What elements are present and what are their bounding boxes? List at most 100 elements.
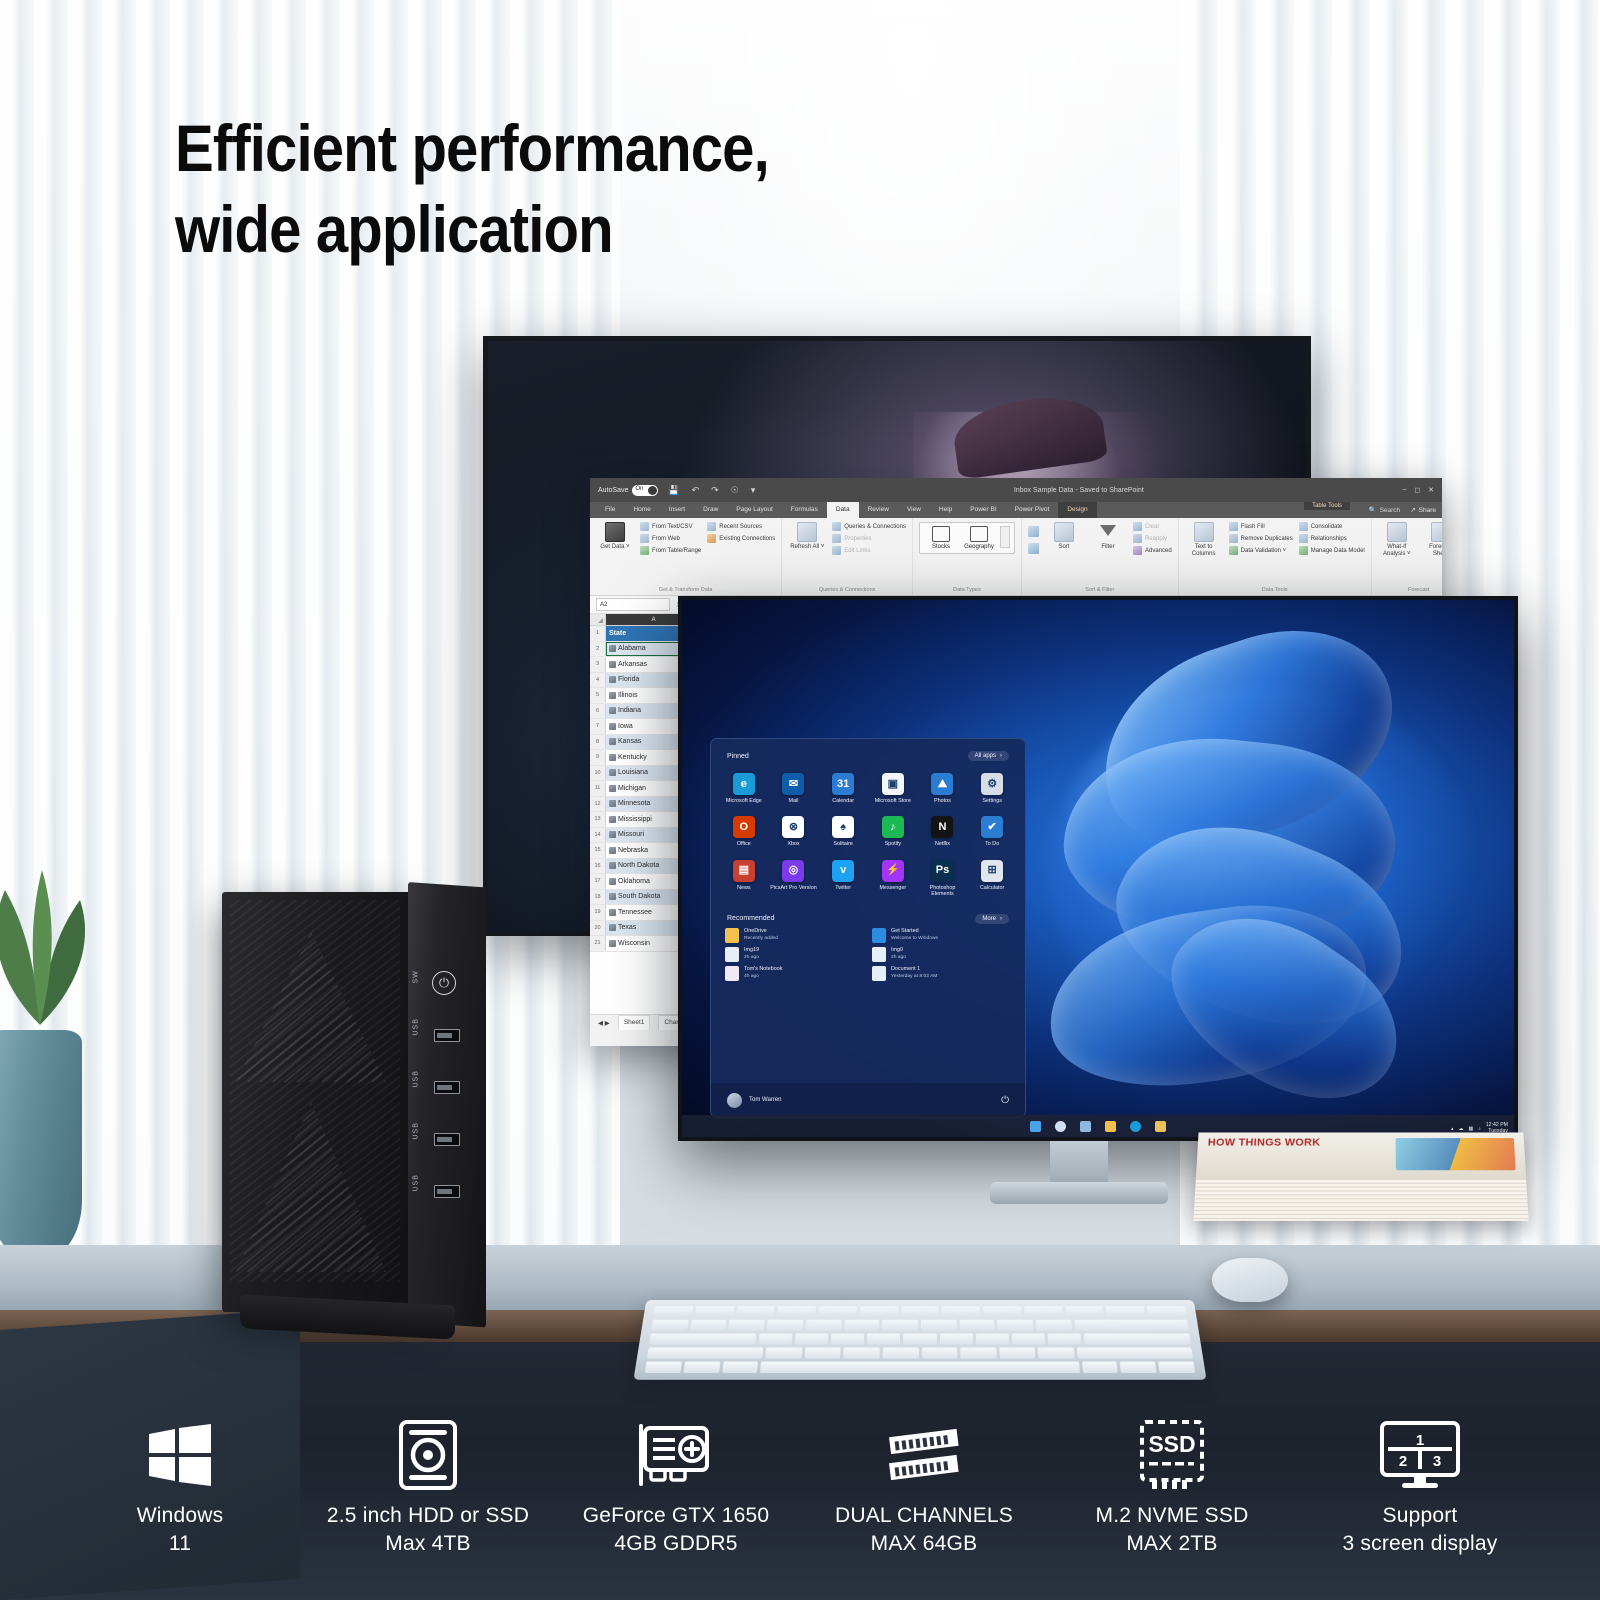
text-to-columns-button[interactable]: Text to Columns — [1185, 522, 1223, 558]
tab-design[interactable]: Design — [1058, 502, 1097, 518]
remove-duplicates-button[interactable]: Remove Duplicates — [1228, 534, 1293, 543]
file-explorer-icon[interactable] — [1105, 1120, 1116, 1132]
pinned-app[interactable]: ▣ Microsoft Store — [868, 769, 918, 808]
cloud-icon[interactable]: ☁ — [1459, 1126, 1464, 1132]
row-header[interactable]: 17 — [590, 874, 606, 889]
close-icon[interactable]: ✕ — [1428, 486, 1434, 494]
queries-connections-button[interactable]: Queries & Connections — [832, 522, 906, 531]
tab-review[interactable]: Review — [859, 502, 898, 518]
reapply-button[interactable]: Reapply — [1132, 534, 1172, 543]
excel-ribbon[interactable]: Get Data ˅ From Text/CSV From Web From T… — [590, 518, 1442, 596]
row-header[interactable]: 12 — [590, 796, 606, 811]
row-header[interactable]: 16 — [590, 858, 606, 873]
existing-connections-button[interactable]: Existing Connections — [707, 534, 775, 543]
quick-sort-buttons[interactable] — [1027, 522, 1039, 554]
row-header[interactable]: 2 — [590, 641, 606, 656]
edge-icon[interactable] — [1130, 1120, 1141, 1132]
stocks-button[interactable]: Stocks — [924, 526, 958, 550]
row-header[interactable]: 1 — [590, 626, 606, 641]
row-header[interactable]: 5 — [590, 688, 606, 703]
advanced-filter-button[interactable]: Advanced — [1132, 546, 1172, 555]
more-button[interactable]: More › — [975, 913, 1009, 924]
usb-port-3[interactable]: USB — [413, 1122, 476, 1152]
row-header[interactable]: 4 — [590, 672, 606, 687]
recommended-item[interactable]: Img19 2h ago — [725, 946, 864, 962]
pinned-app[interactable]: ⊗ Xbox — [769, 812, 819, 851]
pinned-app[interactable]: N Netflix — [918, 812, 968, 851]
usb-port-2[interactable]: USB — [413, 1070, 476, 1100]
tab-power-bi[interactable]: Power BI — [961, 502, 1005, 518]
from-table-range-button[interactable]: From Table/Range — [640, 546, 701, 555]
power-button[interactable]: SW ⏻ — [413, 970, 476, 996]
all-apps-button[interactable]: All apps › — [967, 751, 1009, 761]
pinned-apps-grid[interactable]: e Microsoft Edge ✉ Mail 31 Calendar ▣ Microsoft… — [711, 765, 1025, 908]
mouse[interactable] — [1212, 1258, 1288, 1302]
pinned-app[interactable]: ◎ PicsArt Pro Version — [769, 856, 819, 902]
tab-formulas[interactable]: Formulas — [782, 502, 827, 518]
recent-sources-button[interactable]: Recent Sources — [707, 522, 775, 531]
share-button[interactable]: ↗ Share — [1410, 506, 1436, 515]
redo-icon[interactable]: ↷ — [711, 485, 719, 496]
pinned-app[interactable]: O Office — [719, 812, 769, 851]
start-menu-footer[interactable]: Tom Warren ⏻ — [711, 1083, 1025, 1117]
row-header[interactable]: 11 — [590, 781, 606, 796]
pinned-app[interactable]: ✉ Mail — [769, 769, 819, 808]
undo-icon[interactable]: ↶ — [692, 485, 700, 496]
maximize-icon[interactable]: ◻ — [1414, 486, 1420, 494]
row-header[interactable]: 14 — [590, 827, 606, 842]
properties-button[interactable]: Properties — [832, 534, 906, 543]
start-icon[interactable] — [1030, 1120, 1041, 1132]
recommended-item[interactable]: OneDrive Recently added — [725, 927, 864, 943]
recommended-item[interactable]: Tom's Notebook 4h ago — [725, 965, 864, 981]
from-web-button[interactable]: From Web — [640, 534, 701, 543]
tab-file[interactable]: File — [596, 502, 624, 518]
volume-icon[interactable]: ♪ — [1478, 1126, 1481, 1132]
clear-filter-button[interactable]: Clear — [1132, 522, 1172, 531]
recommended-item[interactable]: Document 1 Yesterday at 8:03 AM — [872, 965, 1011, 981]
data-validation-button[interactable]: Data Validation ˅ — [1228, 546, 1293, 555]
data-types-more-icon[interactable] — [999, 526, 1010, 548]
tab-home[interactable]: Home — [624, 502, 659, 518]
start-menu[interactable]: Pinned All apps › e Microsoft Edge ✉ Mail 31… — [710, 738, 1026, 1118]
sheet-nav-icons[interactable]: ◀ ▶ — [598, 1019, 610, 1027]
pinned-app[interactable]: ♠ Solitaire — [818, 812, 868, 851]
flash-fill-button[interactable]: Flash Fill — [1228, 522, 1293, 531]
tab-view[interactable]: View — [898, 502, 930, 518]
geography-button[interactable]: Geography — [962, 526, 996, 550]
row-header[interactable]: 8 — [590, 734, 606, 749]
chevron-up-icon[interactable]: ▴ — [1451, 1126, 1454, 1132]
sheet-tab-sheet1[interactable]: Sheet1 — [617, 1015, 651, 1030]
refresh-all-button[interactable]: Refresh All ˅ — [788, 522, 826, 551]
avatar[interactable] — [727, 1092, 742, 1108]
row-header[interactable]: 9 — [590, 750, 606, 765]
filter-button[interactable]: Filter — [1089, 522, 1127, 551]
pinned-app[interactable]: Ps Photoshop Elements — [918, 856, 968, 902]
tab-insert[interactable]: Insert — [660, 502, 694, 518]
row-header[interactable]: 3 — [590, 657, 606, 672]
recommended-item[interactable]: Get Started Welcome to Windows — [872, 927, 1011, 943]
row-header[interactable]: 7 — [590, 719, 606, 734]
sort-ascending-icon[interactable] — [1027, 526, 1039, 537]
row-header[interactable]: 20 — [590, 920, 606, 935]
name-box[interactable]: A2 — [596, 598, 670, 611]
keyboard[interactable] — [633, 1300, 1207, 1380]
row-header[interactable]: 13 — [590, 812, 606, 827]
sort-descending-icon[interactable] — [1027, 543, 1039, 554]
edit-links-button[interactable]: Edit Links — [832, 546, 906, 555]
usb-port-4[interactable]: USB — [413, 1174, 476, 1204]
row-header[interactable]: 19 — [590, 905, 606, 920]
recommended-item[interactable]: Img0 2h ago — [872, 946, 1011, 962]
data-types-gallery[interactable]: Stocks Geography — [918, 522, 1015, 554]
pinned-app[interactable]: ⚙ Settings — [967, 769, 1017, 808]
tab-help[interactable]: Help — [930, 502, 961, 518]
window-controls[interactable]: – ◻ ✕ — [1402, 486, 1434, 494]
row-header[interactable]: 18 — [590, 889, 606, 904]
row-header[interactable]: 6 — [590, 703, 606, 718]
consolidate-button[interactable]: Consolidate — [1298, 522, 1365, 531]
forecast-sheet-button[interactable]: Forecast Sheet — [1422, 522, 1442, 558]
pinned-app[interactable]: ▤ News — [719, 856, 769, 902]
what-if-analysis-button[interactable]: What-If Analysis ˅ — [1378, 522, 1416, 558]
minimize-icon[interactable]: – — [1402, 486, 1406, 494]
row-header[interactable]: 10 — [590, 765, 606, 780]
touch-mode-icon[interactable]: ☉ — [731, 485, 739, 496]
